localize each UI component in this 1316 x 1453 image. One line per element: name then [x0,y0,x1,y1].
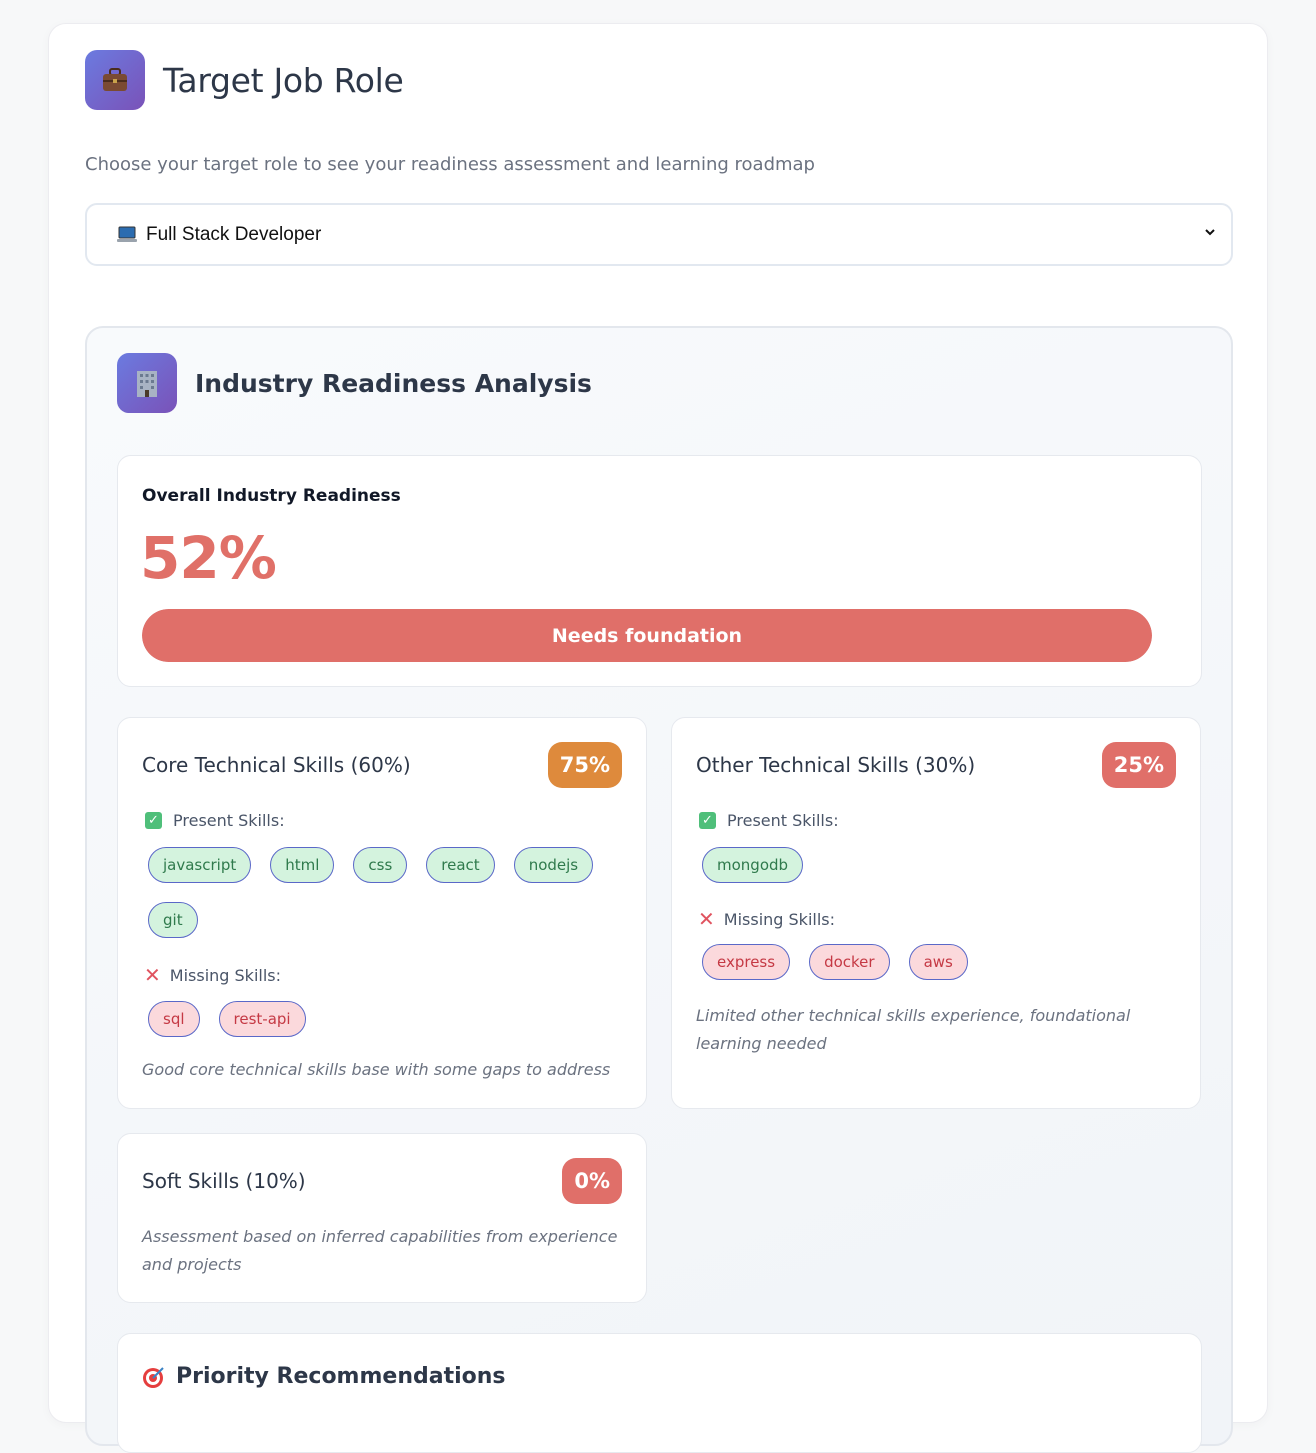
priority-recommendations-card: Priority Recommendations [117,1333,1202,1453]
other-present-heading: ✓ Present Skills: [696,811,839,830]
overall-readiness-bar: Needs foundation [142,609,1152,662]
soft-skills-card: Soft Skills (10%) 0% Assessment based on… [117,1133,647,1303]
skill-tag-missing: sql [148,1001,200,1037]
core-skills-note: Good core technical skills base with som… [142,1060,611,1079]
overall-readiness-label: Overall Industry Readiness [142,486,401,506]
skill-tag: nodejs [513,847,594,883]
core-present-label: Present Skills: [173,811,285,830]
skill-tag-missing: rest-api [218,1001,306,1037]
role-select[interactable]: Full Stack Developer [85,203,1233,266]
core-present-tags: javascript html css react nodejs git [148,847,618,938]
overall-readiness-percent: 52% [140,524,277,592]
core-present-heading: ✓ Present Skills: [142,811,285,830]
laptop-icon [117,226,137,244]
check-icon: ✓ [699,812,716,829]
other-present-label: Present Skills: [727,811,839,830]
skill-tag-missing: aws [908,944,968,980]
core-skills-title: Core Technical Skills (60%) [142,753,411,777]
core-missing-tags: sql rest-api [148,1001,306,1037]
core-missing-heading: ✕ Missing Skills: [142,963,281,987]
other-skills-note: Limited other technical skills experienc… [696,1006,1131,1053]
core-skills-score-badge: 75% [547,742,622,788]
other-present-tags: mongodb [702,847,804,883]
page-subtitle: Choose your target role to see your read… [85,154,815,175]
chevron-down-icon [1203,223,1217,245]
skill-tag: html [270,847,335,883]
skill-tag: javascript [148,847,252,883]
overall-readiness-status: Needs foundation [551,624,743,647]
target-icon [142,1365,166,1389]
analysis-title: Industry Readiness Analysis [195,368,592,398]
soft-skills-title: Soft Skills (10%) [142,1169,306,1193]
soft-skills-score-badge: 0% [562,1158,622,1204]
target-role-card: Target Job Role Choose your target role … [48,23,1268,1453]
priority-recommendations-title: Priority Recommendations [176,1364,506,1389]
role-select-value: Full Stack Developer [146,223,322,245]
other-missing-label: Missing Skills: [723,909,835,929]
page-title: Target Job Role [163,60,404,100]
industry-readiness-panel: Industry Readiness Analysis Overall Indu… [85,326,1233,1453]
card-header: Target Job Role [85,50,404,110]
core-missing-label: Missing Skills: [169,965,281,985]
overall-readiness-card: Overall Industry Readiness 52% Needs fou… [117,455,1202,687]
skill-tag-missing: docker [809,944,890,980]
skill-tag: react [426,847,495,883]
skill-tag: git [148,902,198,938]
analysis-header: Industry Readiness Analysis [117,353,592,413]
briefcase-icon [85,50,145,110]
core-skills-card: Core Technical Skills (60%) 75% ✓ Presen… [117,717,647,1109]
cross-mark-icon: ✕ [698,907,715,931]
skill-tag: css [353,847,408,883]
skill-tag-missing: express [702,944,791,980]
other-missing-tags: express docker aws [702,944,968,980]
other-skills-card: Other Technical Skills (30%) 25% ✓ Prese… [671,717,1201,1109]
cross-mark-icon: ✕ [144,963,161,987]
check-icon: ✓ [145,812,162,829]
other-missing-heading: ✕ Missing Skills: [696,907,835,931]
other-skills-title: Other Technical Skills (30%) [696,753,976,777]
other-skills-score-badge: 25% [1101,742,1176,788]
skill-tag: mongodb [702,847,804,883]
office-building-icon [117,353,177,413]
priority-recommendations-heading: Priority Recommendations [142,1364,506,1389]
soft-skills-note: Assessment based on inferred capabilitie… [142,1227,618,1274]
